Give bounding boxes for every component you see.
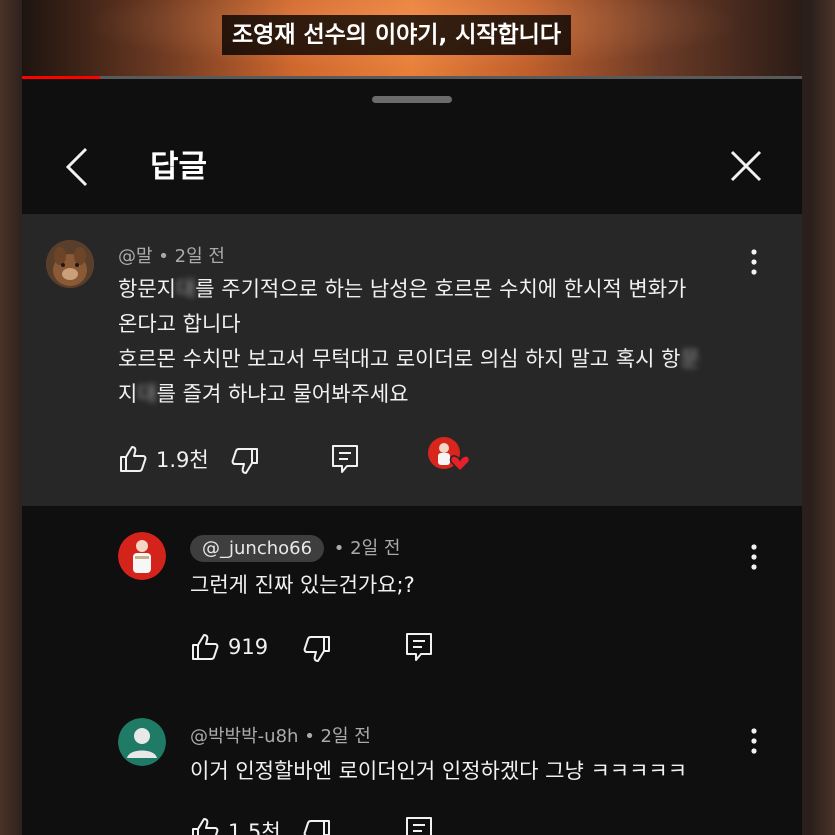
thumbs-down-icon: [231, 448, 258, 474]
reply-button[interactable]: [404, 814, 434, 835]
video-subtitle: 조영재 선수의 이야기, 시작합니다: [222, 15, 571, 55]
like-button[interactable]: 1.9천: [118, 442, 209, 476]
thumbs-down-icon: [303, 820, 330, 835]
comment-line: 지대를 즐겨 하냐고 물어봐주세요: [118, 377, 700, 412]
thumbs-down-icon: [303, 636, 330, 662]
comment-line: 호르몬 수치만 보고서 무턱대고 로이더로 의심 하지 말고 혹시 항문: [118, 342, 700, 377]
more-vert-icon: [751, 728, 757, 754]
dislike-button[interactable]: [230, 444, 260, 478]
comment-line: 온다고 합니다: [118, 312, 241, 336]
creator-heart-icon: [428, 437, 471, 473]
comment-time: 2일 전: [350, 538, 401, 559]
default-user-avatar-icon: [118, 718, 166, 766]
comment-menu-button[interactable]: [744, 542, 764, 572]
parent-comment: @말 • 2일 전 항문지대를 주기적으로 하는 남성은 호르몬 수치에 한시적…: [22, 214, 802, 506]
close-button[interactable]: [724, 144, 768, 188]
comment-line: 항문지대를 주기적으로 하는 남성은 호르몬 수치에 한시적 변화가: [118, 272, 700, 307]
video-player[interactable]: 조영재 선수의 이야기, 시작합니다: [22, 0, 802, 78]
comment-time: 2일 전: [174, 246, 225, 267]
avatar[interactable]: [118, 532, 166, 580]
reply-item: @_juncho66 • 2일 전 그런게 진짜 있는건가요;? 919: [22, 506, 802, 686]
more-vert-icon: [751, 544, 757, 570]
censored-text: 대: [137, 382, 157, 406]
app-screen: 조영재 선수의 이야기, 시작합니다 답글 @말 • 2일 전 항문지대를 주기…: [22, 0, 802, 835]
replies-sheet: 답글 @말 • 2일 전 항문지대를 주기적으로 하는 남성은 호르몬 수치에 …: [22, 82, 802, 835]
censored-text: 문: [680, 347, 700, 371]
page-title: 답글: [150, 149, 208, 185]
meta-separator: •: [304, 726, 321, 747]
comment-menu-button[interactable]: [744, 726, 764, 756]
sheet-header: 답글: [22, 122, 802, 215]
reply-button[interactable]: [330, 442, 360, 476]
comment-menu-button[interactable]: [744, 247, 764, 277]
more-vert-icon: [751, 249, 757, 275]
meta-separator: •: [158, 246, 175, 267]
creator-handle-chip[interactable]: @_juncho66: [190, 535, 325, 562]
user-avatar-icon: [118, 532, 166, 580]
comment-meta: @_juncho66 • 2일 전: [190, 534, 400, 562]
reply-comment-icon: [406, 633, 432, 661]
reply-comment-icon: [332, 445, 358, 473]
comment-text: 그런게 진짜 있는건가요;?: [190, 573, 415, 597]
creator-heart-badge: [426, 437, 472, 473]
like-count: 919: [228, 635, 269, 659]
censored-text: 대: [175, 277, 196, 301]
close-icon: [730, 150, 762, 182]
comment-time: 2일 전: [320, 726, 371, 747]
comment-text: 항문지대를 주기적으로 하는 남성은 호르몬 수치에 한시적 변화가 온다고 합…: [118, 272, 700, 412]
comment-meta: @박박박-u8h • 2일 전: [190, 722, 371, 748]
animal-avatar-icon: [46, 240, 94, 288]
like-count: 1.5천: [228, 820, 281, 835]
comment-meta: @말 • 2일 전: [118, 242, 225, 268]
dislike-button[interactable]: [302, 816, 332, 835]
meta-separator: •: [333, 538, 351, 559]
comment-author[interactable]: @말: [118, 246, 153, 267]
video-progress-fill: [22, 76, 100, 79]
reply-item: @박박박-u8h • 2일 전 이거 인정할바엔 로이더인거 인정하겠다 그냥 …: [22, 694, 802, 835]
back-button[interactable]: [60, 144, 100, 190]
reply-comment-icon: [406, 817, 432, 835]
thumbs-up-icon: [120, 446, 147, 472]
dislike-button[interactable]: [302, 632, 332, 666]
like-count: 1.9천: [156, 448, 209, 472]
chevron-left-icon: [65, 147, 88, 187]
comment-text: 이거 인정할바엔 로이더인거 인정하겠다 그냥 ㅋㅋㅋㅋㅋ: [190, 759, 688, 783]
comment-author[interactable]: @박박박-u8h: [190, 726, 298, 747]
sheet-drag-handle[interactable]: [372, 96, 452, 103]
thumbs-up-icon: [192, 818, 219, 835]
like-button[interactable]: 1.5천: [190, 814, 281, 835]
avatar[interactable]: [46, 240, 94, 288]
reply-button[interactable]: [404, 630, 434, 664]
thumbs-up-icon: [192, 634, 219, 660]
avatar[interactable]: [118, 718, 166, 766]
like-button[interactable]: 919: [190, 630, 268, 664]
video-progress-bar[interactable]: [22, 76, 802, 79]
